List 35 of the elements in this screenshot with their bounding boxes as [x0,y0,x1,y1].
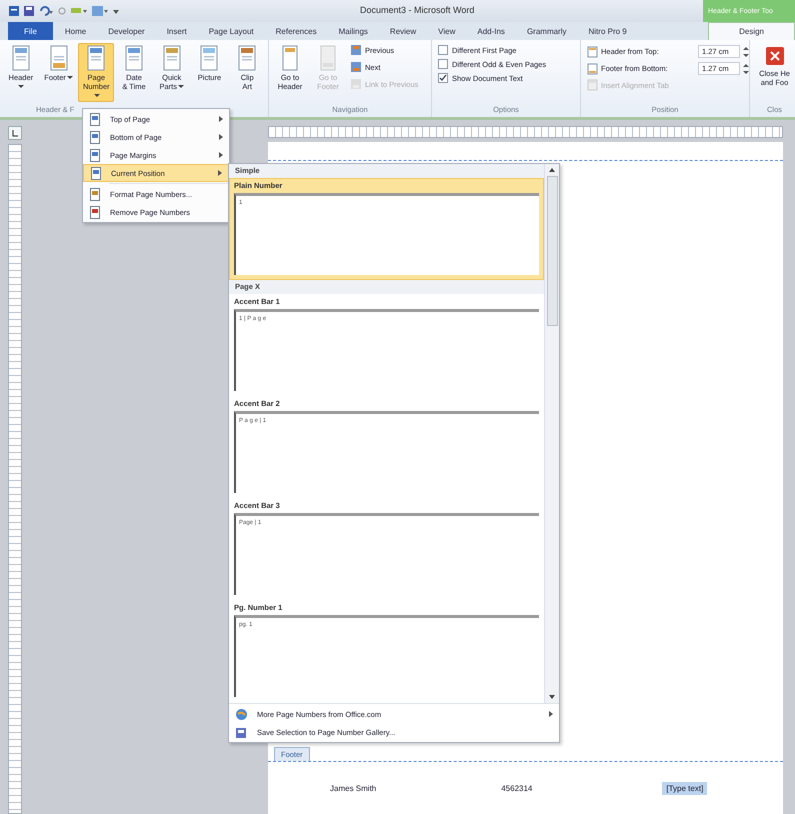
ribbon-tab[interactable]: Nitro Pro 9 [578,22,637,40]
undo-icon[interactable] [38,5,54,17]
save-gallery-icon [235,726,248,738]
ribbon-tab[interactable]: Design [708,22,795,40]
spinner-icon[interactable] [743,46,749,58]
save-icon[interactable] [23,5,35,17]
globe-icon [235,708,248,720]
page-icon [89,188,101,200]
check-icon [439,74,447,82]
page-icon [89,206,101,218]
footer-text: 4562314 [501,784,532,792]
ribbon-tab[interactable]: Developer [98,22,155,40]
page-icon [89,148,101,162]
footer-text: James Smith [330,784,376,792]
ribbon-tab[interactable]: References [266,22,327,40]
word-icon[interactable] [8,5,20,17]
spinner-icon[interactable] [743,62,749,74]
window-title: Document3 - Microsoft Word [360,5,474,15]
ribbon-tab[interactable]: Add-Ins [467,22,515,40]
ribbon-tab[interactable]: Grammarly [516,22,576,40]
scroll-thumb[interactable] [546,176,558,326]
ribbon-tab[interactable]: Insert [156,22,197,40]
close-icon [764,45,786,67]
ribbon-tab[interactable]: Page Layout [198,22,264,40]
ribbon-tab[interactable]: Review [380,22,426,40]
scrollbar[interactable] [544,164,559,703]
page-icon [89,112,101,126]
tab-selector-icon[interactable] [8,126,22,140]
page-icon [90,166,102,180]
ribbon-tab[interactable]: View [428,22,466,40]
ribbon-tab[interactable]: Home [54,22,96,40]
ribbon-tab[interactable]: Mailings [328,22,378,40]
ribbon-tab[interactable]: File [8,22,53,40]
footer-text: [Type text] [662,782,708,794]
page-icon [89,130,101,144]
